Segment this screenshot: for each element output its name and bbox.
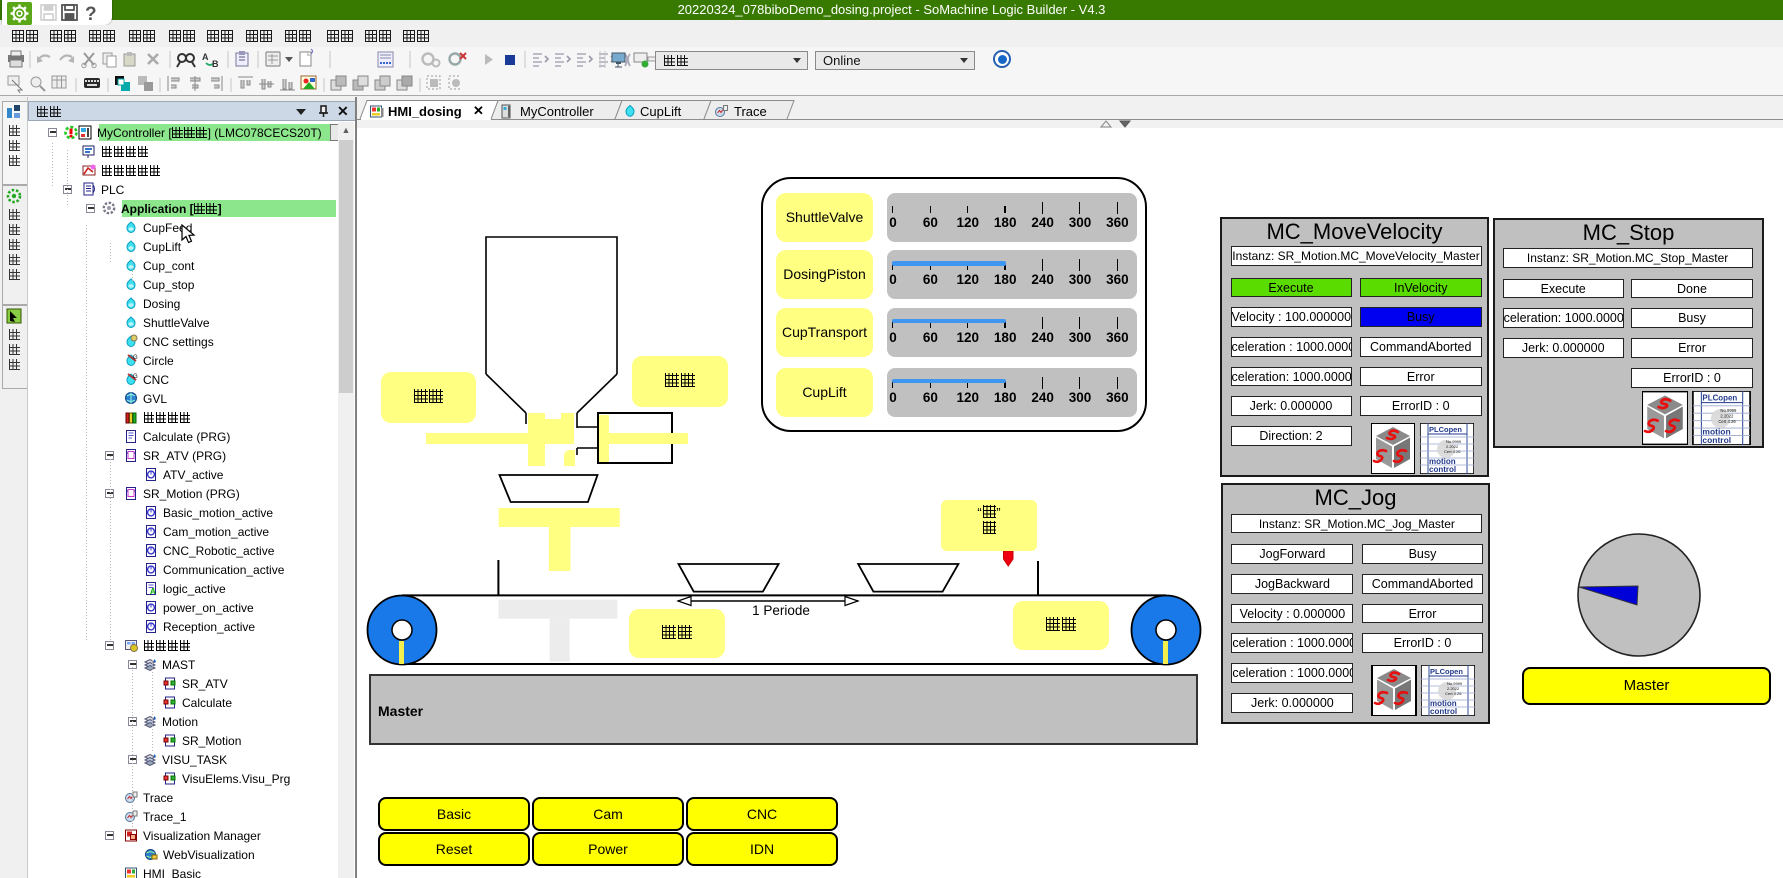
svg-text:control: control bbox=[1429, 465, 1456, 474]
svg-text:2.2022: 2.2022 bbox=[1720, 413, 1734, 418]
svg-text:Cert 4.26: Cert 4.26 bbox=[1718, 419, 1736, 424]
svg-text:PLCopen: PLCopen bbox=[1430, 667, 1463, 676]
svg-text:PLCopen: PLCopen bbox=[1429, 425, 1462, 434]
svg-text:Cert 4.26: Cert 4.26 bbox=[1444, 449, 1461, 454]
svg-text:Cert 4.26: Cert 4.26 bbox=[1445, 691, 1462, 696]
svg-text:control: control bbox=[1430, 707, 1457, 716]
svg-text:No.9999: No.9999 bbox=[1720, 408, 1737, 413]
svg-text:control: control bbox=[1702, 435, 1731, 445]
svg-text:PLCopen: PLCopen bbox=[1702, 394, 1737, 403]
